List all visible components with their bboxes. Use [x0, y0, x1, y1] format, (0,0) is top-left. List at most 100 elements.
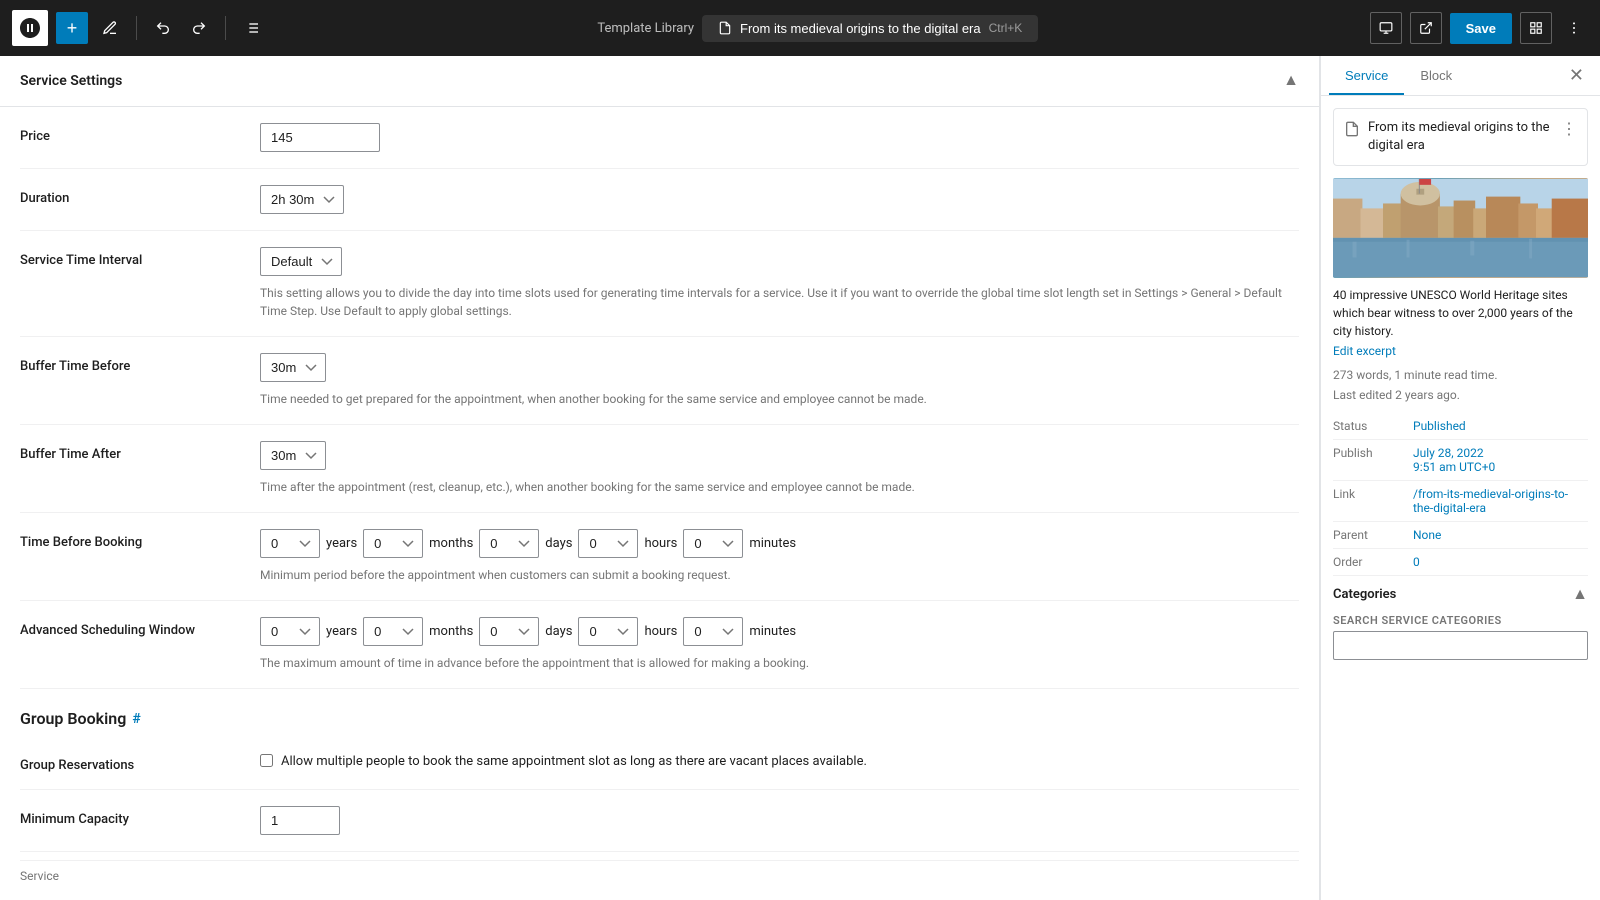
more-options-button[interactable] — [1560, 14, 1588, 42]
categories-search-input[interactable] — [1333, 631, 1588, 660]
tools-button[interactable] — [96, 14, 124, 42]
divider-2 — [225, 16, 226, 40]
minimum-capacity-control — [260, 806, 1299, 835]
order-label: Order — [1333, 555, 1413, 569]
adv-scheduling-days-select[interactable]: 017 — [479, 617, 539, 646]
time-before-months-select[interactable]: 01236 — [363, 529, 423, 558]
parent-label: Parent — [1333, 528, 1413, 542]
advanced-scheduling-selects: 012 years 012 months 017 days 012 — [260, 617, 1299, 646]
parent-row: Parent None — [1333, 522, 1588, 549]
advanced-scheduling-window-field-row: Advanced Scheduling Window 012 years 012… — [20, 601, 1299, 689]
save-button[interactable]: Save — [1450, 13, 1512, 44]
adv-scheduling-hours-select[interactable]: 012 — [578, 617, 638, 646]
time-before-days-select[interactable]: 012714 — [479, 529, 539, 558]
duration-select[interactable]: 30m 1h 1h 30m 2h 2h 30m 3h 3h 30m 4h — [260, 185, 344, 214]
right-sidebar: Service Block ✕ From its medieval origin… — [1320, 56, 1600, 900]
settings-collapse-button[interactable]: ▲ — [1283, 72, 1299, 90]
buffer-time-before-description: Time needed to get prepared for the appo… — [260, 390, 1299, 408]
document-title-button[interactable]: From its medieval origins to the digital… — [702, 15, 1038, 42]
edit-excerpt-link[interactable]: Edit excerpt — [1333, 344, 1588, 358]
duration-label: Duration — [20, 185, 240, 206]
service-time-interval-field-row: Service Time Interval Default 5m 10m 15m… — [20, 231, 1299, 337]
minutes-label: minutes — [749, 536, 796, 551]
preview-button[interactable] — [1370, 12, 1402, 44]
document-excerpt: 40 impressive UNESCO World Heritage site… — [1333, 286, 1588, 340]
publish-time-text: 9:51 am UTC+0 — [1413, 460, 1495, 474]
document-item: From its medieval origins to the digital… — [1333, 108, 1588, 166]
categories-collapse-button[interactable]: ▲ — [1572, 586, 1588, 604]
buffer-time-before-select[interactable]: 0m 5m 10m 15m 20m 30m 45m 1h — [260, 353, 326, 382]
adv-scheduling-minutes-select[interactable]: 01530 — [683, 617, 743, 646]
redo-button[interactable] — [185, 14, 213, 42]
toolbar-center: Template Library From its medieval origi… — [274, 15, 1362, 42]
price-input[interactable] — [260, 123, 380, 152]
add-block-button[interactable]: + — [56, 12, 88, 44]
service-time-interval-select[interactable]: Default 5m 10m 15m 20m 30m — [260, 247, 342, 276]
toolbar: + Template Library From its medieval ori… — [0, 0, 1600, 56]
minimum-capacity-input[interactable] — [260, 806, 340, 835]
buffer-time-after-label: Buffer Time After — [20, 441, 240, 462]
parent-value[interactable]: None — [1413, 528, 1441, 542]
years-label: years — [326, 536, 357, 551]
footer-service-label: Service — [20, 860, 1299, 891]
price-control — [260, 123, 1299, 152]
service-time-interval-label: Service Time Interval — [20, 247, 240, 268]
link-value[interactable]: /from-its-medieval-origins-to-the-digita… — [1413, 487, 1588, 515]
buffer-time-before-label: Buffer Time Before — [20, 353, 240, 374]
adv-scheduling-months-select[interactable]: 012 — [363, 617, 423, 646]
main-area: Service Settings ▲ Price Duration 30m 1h… — [0, 56, 1600, 900]
status-label: Status — [1333, 419, 1413, 433]
publish-label: Publish — [1333, 446, 1413, 460]
group-booking-title: Group Booking — [20, 709, 126, 728]
categories-search-section: SEARCH SERVICE CATEGORIES — [1333, 614, 1588, 660]
categories-heading: Categories — [1333, 587, 1396, 602]
time-before-hours-select[interactable]: 0123 — [578, 529, 638, 558]
document-words: 273 words, 1 minute read time. — [1333, 366, 1588, 385]
toolbar-right: Save — [1370, 12, 1588, 44]
group-reservations-checkbox[interactable] — [260, 754, 273, 767]
tab-service[interactable]: Service — [1329, 56, 1404, 95]
categories-search-label: SEARCH SERVICE CATEGORIES — [1333, 614, 1588, 627]
duration-field-row: Duration 30m 1h 1h 30m 2h 2h 30m 3h 3h 3… — [20, 169, 1299, 231]
list-view-button[interactable] — [238, 14, 266, 42]
time-before-years-select[interactable]: 0123 — [260, 529, 320, 558]
time-before-booking-field-row: Time Before Booking 0123 years 01236 mon… — [20, 513, 1299, 601]
adv-months-label: months — [429, 624, 473, 639]
minimum-capacity-label: Minimum Capacity — [20, 806, 240, 827]
settings-panel: Service Settings ▲ Price Duration 30m 1h… — [0, 56, 1320, 900]
price-field-row: Price — [20, 107, 1299, 169]
order-value[interactable]: 0 — [1413, 555, 1420, 569]
buffer-time-after-select[interactable]: 0m 5m 10m 15m 20m 30m 45m 1h — [260, 441, 326, 470]
time-before-minutes-select[interactable]: 0153045 — [683, 529, 743, 558]
group-reservations-checkbox-label[interactable]: Allow multiple people to book the same a… — [281, 752, 867, 772]
settings-button[interactable] — [1520, 12, 1552, 44]
hours-label: hours — [644, 536, 677, 551]
adv-hours-label: hours — [644, 624, 677, 639]
advanced-scheduling-description: The maximum amount of time in advance be… — [260, 654, 1299, 672]
publish-date[interactable]: July 28, 2022 9:51 am UTC+0 — [1413, 446, 1495, 474]
undo-button[interactable] — [149, 14, 177, 42]
sidebar-close-button[interactable]: ✕ — [1561, 57, 1592, 94]
status-value[interactable]: Published — [1413, 419, 1466, 433]
publish-row: Publish July 28, 2022 9:51 am UTC+0 — [1333, 440, 1588, 481]
group-reservations-field-row: Group Reservations Allow multiple people… — [20, 736, 1299, 790]
buffer-time-after-description: Time after the appointment (rest, cleanu… — [260, 478, 1299, 496]
group-booking-anchor[interactable]: # — [132, 711, 140, 727]
adv-years-label: years — [326, 624, 357, 639]
wordpress-logo — [12, 10, 48, 46]
document-item-title: From its medieval origins to the digital… — [1368, 119, 1553, 155]
document-more-button[interactable]: ⋮ — [1561, 119, 1577, 139]
advanced-scheduling-window-control: 012 years 012 months 017 days 012 — [260, 617, 1299, 672]
service-time-interval-control: Default 5m 10m 15m 20m 30m This setting … — [260, 247, 1299, 320]
sidebar-tabs: Service Block ✕ — [1321, 56, 1600, 96]
external-link-button[interactable] — [1410, 12, 1442, 44]
group-reservations-label: Group Reservations — [20, 752, 240, 773]
adv-minutes-label: minutes — [749, 624, 796, 639]
minimum-capacity-field-row: Minimum Capacity — [20, 790, 1299, 852]
template-library-label: Template Library — [597, 21, 694, 36]
adv-scheduling-years-select[interactable]: 012 — [260, 617, 320, 646]
settings-title: Service Settings — [20, 73, 122, 89]
time-before-booking-selects: 0123 years 01236 months 012714 days 0123 — [260, 529, 1299, 558]
sidebar-content: From its medieval origins to the digital… — [1321, 96, 1600, 900]
tab-block[interactable]: Block — [1404, 56, 1468, 95]
